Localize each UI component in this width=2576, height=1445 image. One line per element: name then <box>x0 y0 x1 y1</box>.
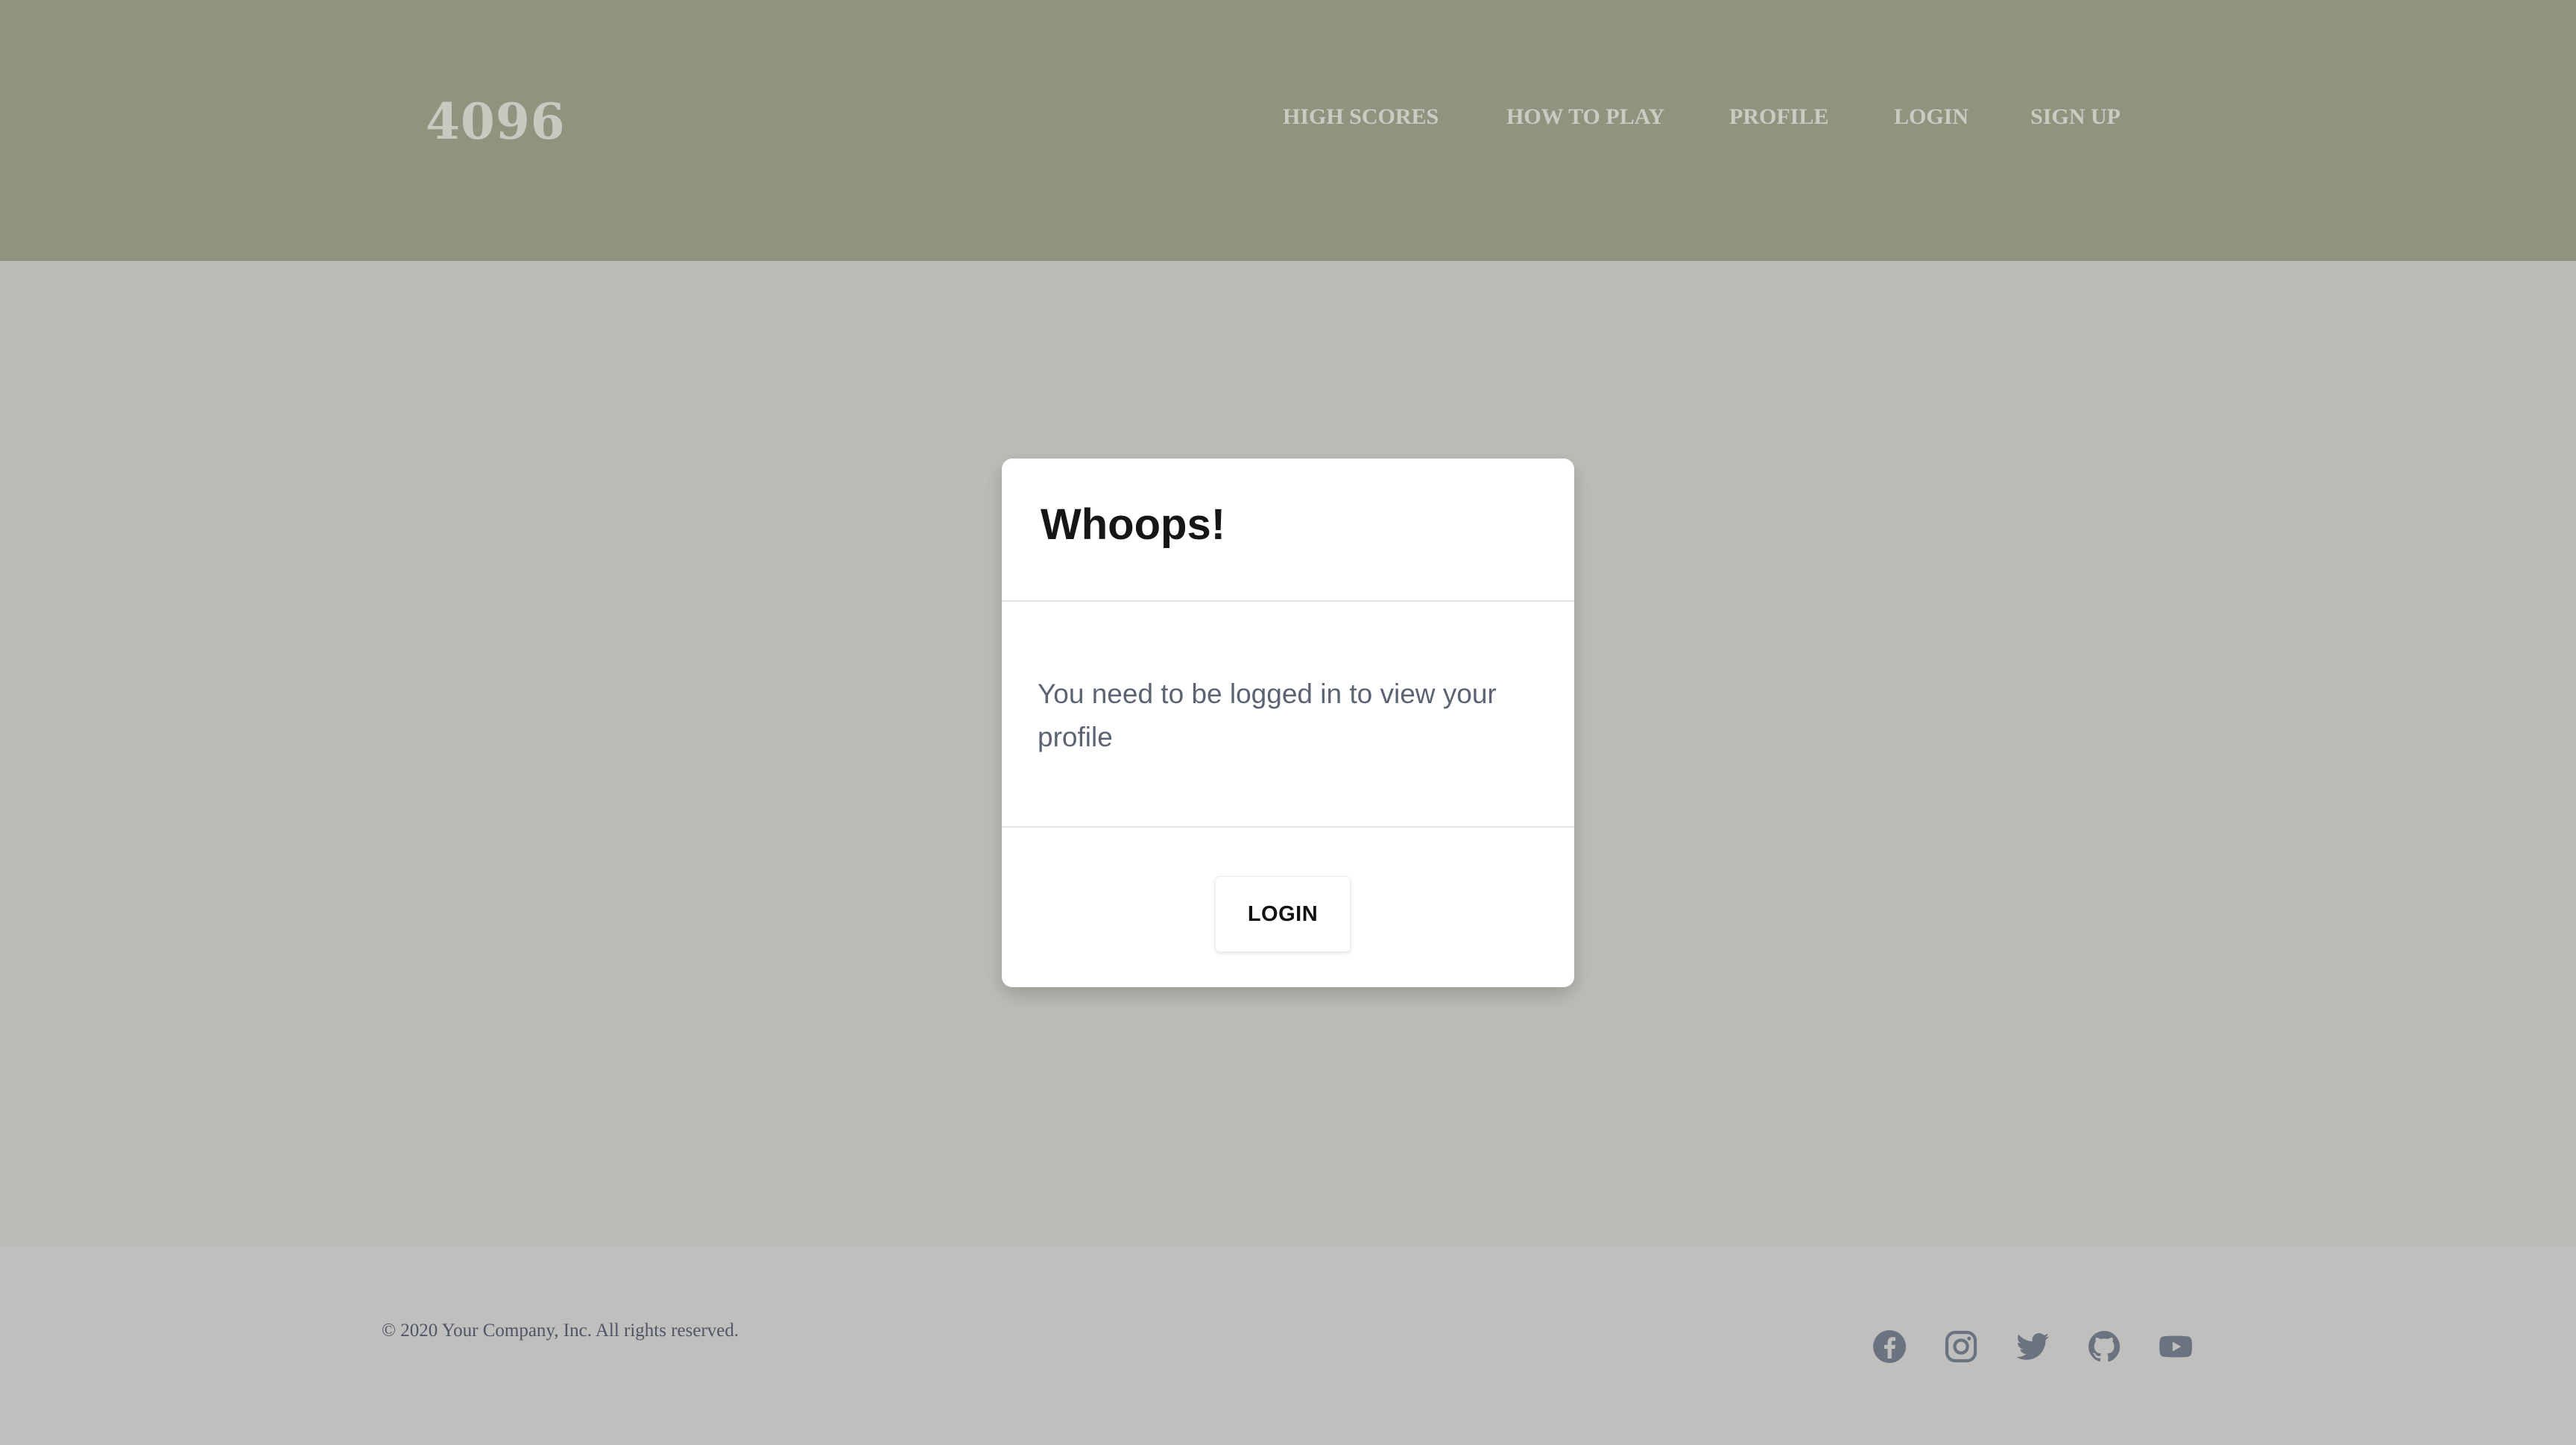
login-required-dialog: Whoops! You need to be logged in to view… <box>1002 459 1574 987</box>
dialog-footer: LOGIN <box>1002 828 1574 987</box>
twitter-icon[interactable] <box>2015 1329 2051 1364</box>
dialog-title: Whoops! <box>1041 500 1226 549</box>
nav-sign-up[interactable]: SIGN UP <box>2030 106 2121 128</box>
instagram-icon[interactable] <box>1943 1329 1979 1364</box>
nav-high-scores[interactable]: HIGH SCORES <box>1283 106 1439 128</box>
copyright-text: © 2020 Your Company, Inc. All rights res… <box>382 1320 739 1341</box>
nav-profile[interactable]: PROFILE <box>1729 106 1828 128</box>
nav-how-to-play[interactable]: HOW TO PLAY <box>1506 106 1664 128</box>
site-header: 4096 HIGH SCORES HOW TO PLAY PROFILE LOG… <box>0 0 2576 261</box>
site-footer: © 2020 Your Company, Inc. All rights res… <box>0 1247 2576 1445</box>
dialog-header: Whoops! <box>1002 459 1574 602</box>
dialog-message: You need to be logged in to view your pr… <box>1038 679 1497 752</box>
dialog-body: You need to be logged in to view your pr… <box>1002 602 1574 828</box>
login-button[interactable]: LOGIN <box>1215 876 1351 952</box>
facebook-icon[interactable] <box>1872 1329 1907 1364</box>
main-nav: HIGH SCORES HOW TO PLAY PROFILE LOGIN SI… <box>0 106 2576 136</box>
nav-login[interactable]: LOGIN <box>1894 106 1969 128</box>
youtube-icon[interactable] <box>2158 1329 2194 1364</box>
github-icon[interactable] <box>2086 1329 2122 1364</box>
